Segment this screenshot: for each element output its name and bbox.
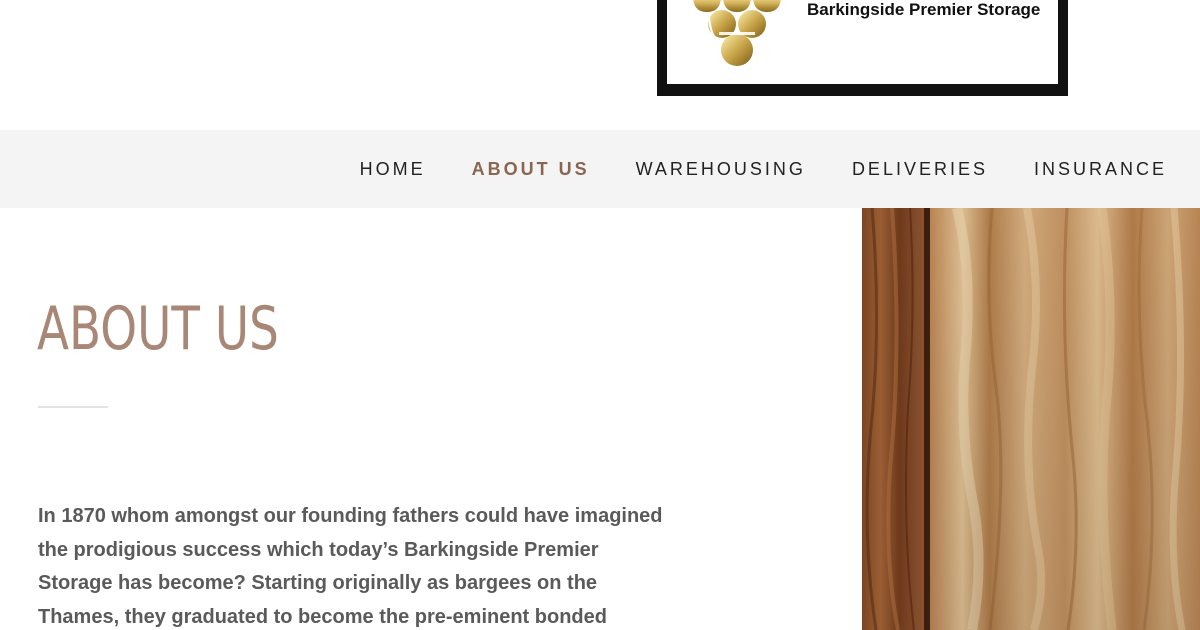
site-header: Barkingside Premier Storage xyxy=(0,0,1200,130)
intro-paragraph: In 1870 whom amongst our founding father… xyxy=(38,505,663,628)
logo[interactable]: Barkingside Premier Storage xyxy=(657,0,1068,96)
nav-item-home[interactable]: HOME xyxy=(360,159,426,180)
nav-item-insurance[interactable]: INSURANCE xyxy=(1034,159,1167,180)
nav-item-warehousing[interactable]: WAREHOUSING xyxy=(636,159,806,180)
title-divider xyxy=(38,406,108,408)
nav-item-about-us[interactable]: ABOUT US xyxy=(472,159,590,180)
nav-item-deliveries[interactable]: DELIVERIES xyxy=(852,159,988,180)
page-title: ABOUT US xyxy=(37,294,279,364)
main-navigation: HOME ABOUT US WAREHOUSING DELIVERIES INS… xyxy=(0,130,1200,208)
nav-menu: HOME ABOUT US WAREHOUSING DELIVERIES INS… xyxy=(314,130,1167,208)
wood-texture-image xyxy=(862,208,1200,630)
logo-panel: Barkingside Premier Storage xyxy=(667,0,1058,84)
main-content: ABOUT US In 1870 whom amongst our foundi… xyxy=(0,208,862,630)
logo-text: Barkingside Premier Storage xyxy=(807,0,1041,19)
grapes-icon xyxy=(693,0,781,66)
